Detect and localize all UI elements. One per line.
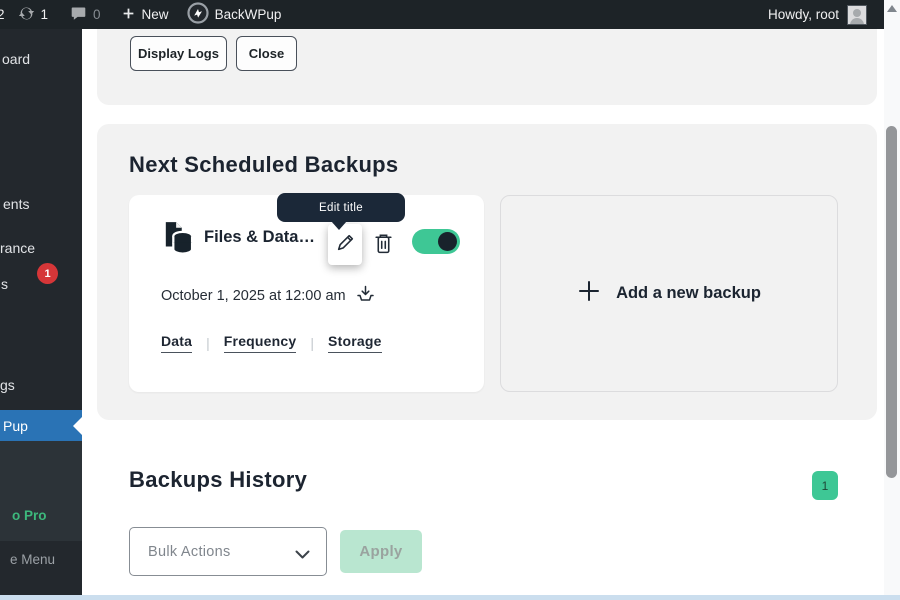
plus-icon — [121, 6, 136, 24]
pencil-icon — [335, 232, 356, 258]
add-new-backup-label: Add a new backup — [616, 284, 761, 303]
trash-icon — [373, 242, 394, 259]
backwpup-submenu: o Pro — [0, 441, 82, 541]
sidebar-item-label: Pup — [0, 418, 28, 434]
bulk-actions-selected-value: Bulk Actions — [148, 544, 231, 560]
history-count-badge: 1 — [812, 471, 838, 500]
toggle-knob — [438, 232, 457, 251]
backup-card: Files & Data… — [129, 195, 484, 392]
delete-backup-button[interactable] — [373, 232, 395, 256]
window-bottom-border — [0, 595, 900, 600]
data-link[interactable]: Data — [161, 333, 192, 353]
plus-icon — [577, 279, 601, 308]
updates-count: 1 — [41, 7, 49, 22]
apply-button[interactable]: Apply — [340, 530, 422, 573]
sidebar-item-dashboard[interactable]: oard — [2, 51, 30, 67]
wp-admin-sidebar: oard ents rance s 1 gs Pup o Pro e Menu — [0, 29, 82, 595]
sidebar-item-backwpup-active[interactable]: Pup — [0, 410, 82, 441]
backwpup-menu-item[interactable]: BackWPup — [187, 0, 282, 29]
backups-history-title: Backups History — [129, 467, 307, 493]
update-icon — [18, 5, 35, 25]
sidebar-item-collapse-menu[interactable]: e Menu — [10, 552, 55, 567]
next-run-row: October 1, 2025 at 12:00 am — [161, 285, 375, 306]
active-item-arrow-icon — [73, 417, 82, 435]
admin-bar-left: 2 1 0 New — [0, 0, 281, 29]
backwpup-label: BackWPup — [215, 7, 282, 22]
howdy-label: Howdy, root — [768, 7, 839, 22]
comment-bubble-icon — [70, 5, 87, 25]
backup-settings-links: Data | Frequency | Storage — [161, 333, 382, 353]
display-logs-button[interactable]: Display Logs — [130, 36, 227, 71]
chevron-down-icon — [295, 547, 310, 565]
edit-title-button[interactable] — [328, 224, 362, 265]
backup-enabled-toggle[interactable] — [412, 229, 460, 254]
section-title: Next Scheduled Backups — [129, 152, 398, 178]
sidebar-item-comments[interactable]: ents — [3, 196, 29, 212]
scrollbar-track[interactable] — [884, 0, 900, 600]
frequency-link[interactable]: Frequency — [224, 333, 297, 353]
comments-count: 0 — [93, 7, 101, 22]
sidebar-item-appearance[interactable]: rance — [0, 240, 35, 256]
user-avatar[interactable] — [847, 5, 867, 25]
wp-admin-bar: 2 1 0 New — [0, 0, 884, 29]
account-menu-item[interactable]: Howdy, root — [768, 0, 884, 29]
tooltip-text: Edit title — [319, 202, 363, 214]
link-separator: | — [206, 335, 210, 351]
edit-title-tooltip: Edit title — [277, 193, 405, 222]
comments-menu-item[interactable]: 0 — [70, 0, 101, 29]
plugins-update-badge: 1 — [37, 263, 58, 284]
scrollbar-thumb[interactable] — [886, 126, 897, 478]
backup-name: Files & Data… — [204, 228, 315, 247]
new-menu-item[interactable]: New — [121, 0, 169, 29]
tooltip-caret — [331, 221, 347, 230]
add-new-backup-button[interactable]: Add a new backup — [500, 195, 838, 392]
sidebar-item-settings[interactable]: gs — [0, 377, 15, 393]
scrollbar-up-arrow-icon[interactable] — [887, 5, 897, 12]
next-scheduled-section: Next Scheduled Backups Edit title Files … — [97, 124, 877, 420]
bulk-actions-select[interactable]: Bulk Actions — [129, 527, 327, 576]
next-run-datetime: October 1, 2025 at 12:00 am — [161, 288, 346, 304]
browser-viewport: 2 1 0 New — [0, 0, 900, 600]
new-label: New — [142, 7, 169, 22]
storage-link[interactable]: Storage — [328, 333, 382, 353]
backwpup-logo-icon — [187, 2, 209, 27]
sidebar-item-plugins[interactable]: s — [1, 276, 8, 292]
download-icon[interactable] — [356, 285, 375, 306]
files-database-icon — [163, 220, 193, 261]
log-panel-card: Display Logs Close — [97, 29, 877, 105]
link-separator: | — [310, 335, 314, 351]
updates-menu-item[interactable]: 1 — [18, 0, 49, 29]
close-button[interactable]: Close — [236, 36, 297, 71]
sidebar-item-backwpup-pro[interactable]: o Pro — [12, 508, 47, 523]
clipped-count: 2 — [0, 7, 5, 22]
